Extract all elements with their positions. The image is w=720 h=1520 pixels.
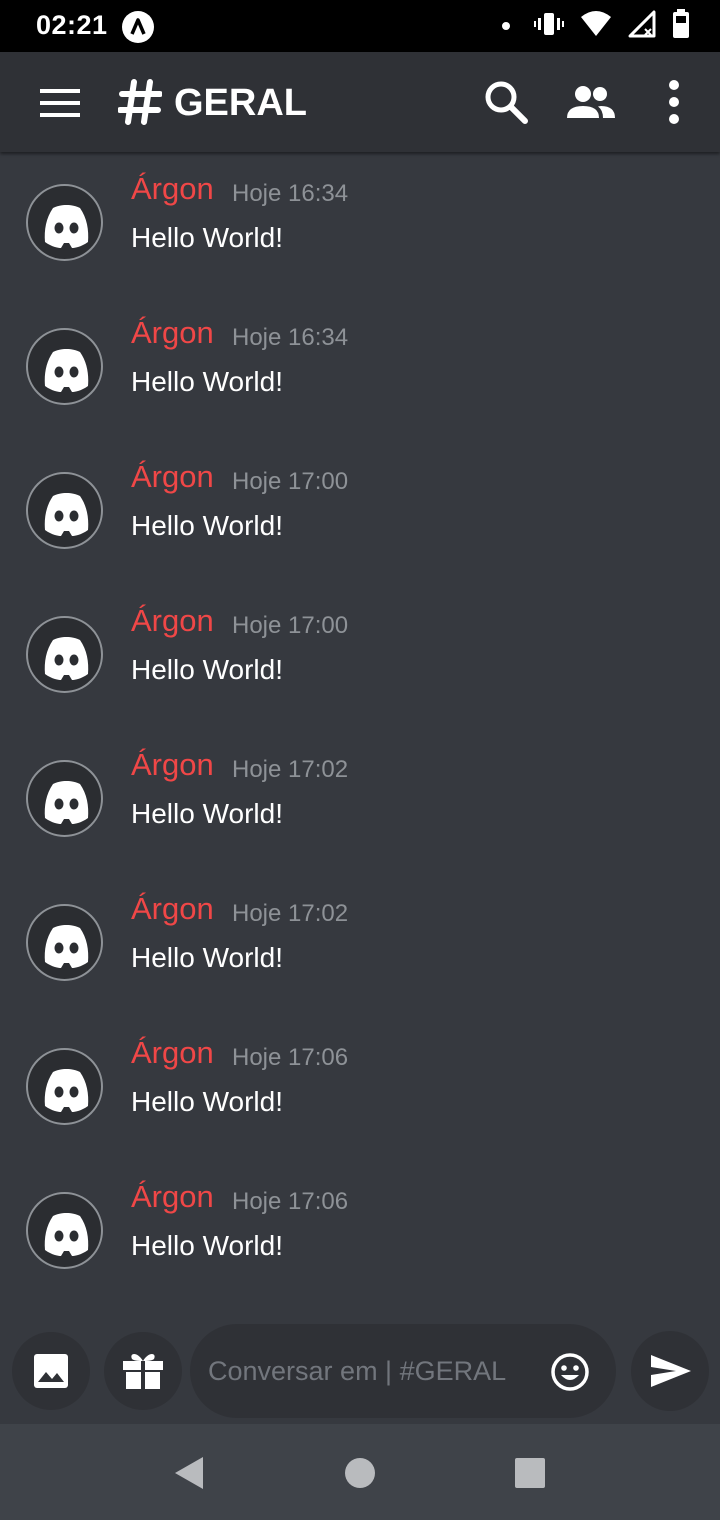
image-icon bbox=[34, 1354, 68, 1388]
message-timestamp: Hoje 17:06 bbox=[232, 1044, 349, 1071]
menu-icon bbox=[40, 89, 80, 117]
discord-logo-icon bbox=[44, 349, 89, 392]
message-timestamp: Hoje 17:02 bbox=[232, 756, 349, 783]
discord-logo-icon bbox=[44, 205, 89, 248]
message-item[interactable]: Árgon Hoje 16:34 Hello World! bbox=[0, 152, 720, 296]
message-text: Hello World! bbox=[131, 798, 283, 829]
message-timestamp: Hoje 17:00 bbox=[232, 468, 349, 495]
wifi-icon bbox=[580, 9, 612, 44]
message-text: Hello World! bbox=[131, 366, 283, 397]
avatar[interactable] bbox=[26, 1048, 103, 1125]
avatar[interactable] bbox=[26, 184, 103, 261]
battery-icon bbox=[672, 8, 690, 44]
vibrate-icon bbox=[534, 9, 564, 44]
message-item[interactable]: Árgon Hoje 17:00 Hello World! bbox=[0, 584, 720, 728]
emoji-button[interactable] bbox=[548, 1350, 592, 1394]
app-bar: GERAL bbox=[0, 52, 720, 152]
signal-icon bbox=[628, 9, 656, 44]
message-input-container bbox=[190, 1324, 616, 1418]
message-item[interactable]: Árgon Hoje 17:06 Hello World! bbox=[0, 1160, 720, 1304]
message-text: Hello World! bbox=[131, 1230, 283, 1261]
search-icon bbox=[485, 81, 528, 124]
avatar[interactable] bbox=[26, 1192, 103, 1269]
avatar[interactable] bbox=[26, 904, 103, 981]
avatar[interactable] bbox=[26, 760, 103, 837]
hash-icon bbox=[117, 74, 163, 130]
gift-button[interactable] bbox=[104, 1332, 182, 1410]
message-author[interactable]: Árgon bbox=[131, 314, 214, 352]
dot-icon bbox=[502, 22, 510, 30]
message-composer bbox=[0, 1312, 720, 1424]
channel-title: GERAL bbox=[174, 82, 307, 124]
back-button[interactable] bbox=[165, 1448, 215, 1498]
message-author[interactable]: Árgon bbox=[131, 602, 214, 640]
discord-logo-icon bbox=[44, 493, 89, 536]
message-item[interactable]: Árgon Hoje 17:02 Hello World! bbox=[0, 728, 720, 872]
avatar[interactable] bbox=[26, 616, 103, 693]
discord-logo-icon bbox=[44, 925, 89, 968]
message-text: Hello World! bbox=[131, 654, 283, 685]
message-timestamp: Hoje 17:02 bbox=[232, 900, 349, 927]
home-icon bbox=[345, 1458, 375, 1488]
discord-logo-icon bbox=[44, 637, 89, 680]
back-icon bbox=[175, 1457, 203, 1489]
status-time: 02:21 bbox=[36, 10, 108, 40]
message-input[interactable] bbox=[208, 1347, 538, 1395]
status-bar: 02:21 bbox=[0, 0, 720, 52]
message-text: Hello World! bbox=[131, 1086, 283, 1117]
avatar[interactable] bbox=[26, 472, 103, 549]
menu-button[interactable] bbox=[36, 83, 84, 123]
discord-logo-icon bbox=[44, 1213, 89, 1256]
message-author[interactable]: Árgon bbox=[131, 890, 214, 928]
message-author[interactable]: Árgon bbox=[131, 1034, 214, 1072]
message-timestamp: Hoje 17:06 bbox=[232, 1188, 349, 1215]
message-item[interactable]: Árgon Hoje 17:06 Hello World! bbox=[0, 1016, 720, 1160]
attach-image-button[interactable] bbox=[12, 1332, 90, 1410]
members-button[interactable] bbox=[563, 76, 615, 128]
send-button[interactable] bbox=[631, 1331, 709, 1411]
emoji-icon bbox=[551, 1353, 589, 1391]
message-text: Hello World! bbox=[131, 510, 283, 541]
app-notification-icon bbox=[122, 11, 154, 43]
message-item[interactable]: Árgon Hoje 17:02 Hello World! bbox=[0, 872, 720, 1016]
discord-logo-icon bbox=[44, 781, 89, 824]
message-author[interactable]: Árgon bbox=[131, 170, 214, 208]
message-text: Hello World! bbox=[131, 222, 283, 253]
gift-icon bbox=[123, 1354, 163, 1389]
recents-button[interactable] bbox=[505, 1448, 555, 1498]
send-icon bbox=[651, 1355, 691, 1387]
message-timestamp: Hoje 16:34 bbox=[232, 180, 349, 207]
message-timestamp: Hoje 16:34 bbox=[232, 324, 349, 351]
message-item[interactable]: Árgon Hoje 17:00 Hello World! bbox=[0, 440, 720, 584]
system-navigation-bar bbox=[0, 1424, 720, 1520]
more-vert-icon bbox=[669, 80, 679, 124]
message-item[interactable]: Árgon Hoje 16:34 Hello World! bbox=[0, 296, 720, 440]
message-author[interactable]: Árgon bbox=[131, 458, 214, 496]
recents-icon bbox=[515, 1458, 545, 1488]
message-author[interactable]: Árgon bbox=[131, 746, 214, 784]
more-options-button[interactable] bbox=[650, 76, 698, 128]
members-icon bbox=[567, 86, 615, 118]
message-text: Hello World! bbox=[131, 942, 283, 973]
message-list[interactable]: Árgon Hoje 16:34 Hello World! Árgon Hoje… bbox=[0, 152, 720, 1312]
search-button[interactable] bbox=[480, 76, 532, 128]
avatar[interactable] bbox=[26, 328, 103, 405]
status-icons bbox=[502, 8, 690, 44]
home-button[interactable] bbox=[335, 1448, 385, 1498]
message-timestamp: Hoje 17:00 bbox=[232, 612, 349, 639]
message-author[interactable]: Árgon bbox=[131, 1178, 214, 1216]
discord-logo-icon bbox=[44, 1069, 89, 1112]
